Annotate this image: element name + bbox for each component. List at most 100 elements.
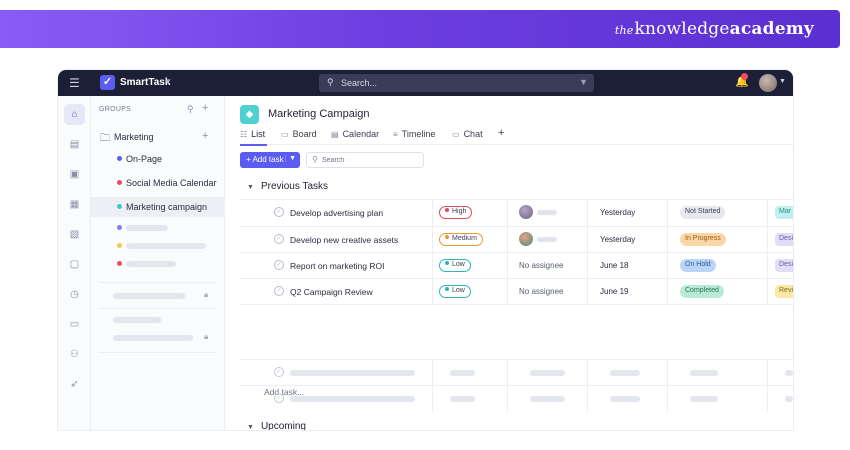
- global-search-placeholder: Search...: [341, 78, 378, 88]
- users-icon[interactable]: ⚇: [64, 344, 85, 365]
- search-icon: ⚲: [312, 155, 318, 164]
- search-icon[interactable]: ⚲: [187, 104, 194, 115]
- notification-badge: [741, 73, 748, 80]
- priority-dot-icon: [445, 287, 449, 291]
- table-row[interactable]: ✓ Develop new creative assets Medium Yester…: [240, 226, 793, 253]
- group-item-on-page[interactable]: On-Page: [91, 149, 225, 169]
- task-search[interactable]: ⚲: [306, 152, 424, 168]
- priority-badge[interactable]: High: [439, 206, 473, 219]
- placeholder-bar: [290, 396, 415, 402]
- task-name[interactable]: Report on marketing ROI: [290, 261, 384, 271]
- task-name[interactable]: Develop advertising plan: [290, 208, 383, 218]
- task-checkbox[interactable]: ✓: [274, 207, 284, 217]
- add-view-icon[interactable]: +: [498, 127, 504, 139]
- due-date[interactable]: June 18: [600, 261, 628, 270]
- section-previous-tasks[interactable]: ▼ Previous Tasks: [247, 181, 328, 192]
- global-search-input[interactable]: ⚲ Search... ▼: [319, 74, 594, 92]
- task-checkbox[interactable]: ✓: [274, 286, 284, 296]
- column-divider: [667, 279, 668, 305]
- app-name[interactable]: SmartTask: [120, 77, 170, 88]
- column-divider: [587, 200, 588, 226]
- avatar: [519, 232, 533, 246]
- dashboard-icon[interactable]: ▦: [64, 194, 85, 215]
- placeholder-bar: [690, 370, 718, 376]
- briefcase-icon[interactable]: ▣: [64, 164, 85, 185]
- add-task-button[interactable]: + Add task ▼: [240, 152, 300, 168]
- tag-badge[interactable]: Desi: [775, 259, 793, 272]
- assignee[interactable]: No assignee: [519, 261, 563, 270]
- column-divider: [667, 386, 668, 412]
- column-divider: [432, 227, 433, 253]
- list-icon: ☷: [240, 130, 248, 139]
- tab-board[interactable]: ▭ Board: [281, 129, 317, 139]
- add-group-icon[interactable]: +: [202, 102, 208, 114]
- rocket-icon[interactable]: ➶: [64, 374, 85, 395]
- placeholder-bar: [610, 370, 640, 376]
- placeholder-bar: [530, 396, 565, 402]
- status-badge[interactable]: On Hold: [680, 259, 716, 272]
- section-upcoming[interactable]: ▼ Upcoming: [247, 421, 306, 430]
- avatar-chevron-icon[interactable]: ▼: [779, 78, 786, 85]
- placeholder-bar: [290, 370, 415, 376]
- due-date[interactable]: Yesterday: [600, 208, 635, 217]
- task-checkbox[interactable]: ✓: [274, 234, 284, 244]
- task-name[interactable]: Develop new creative assets: [290, 235, 398, 245]
- due-date[interactable]: Yesterday: [600, 235, 635, 244]
- column-divider: [767, 253, 768, 279]
- status-badge[interactable]: Completed: [680, 285, 724, 298]
- column-divider: [432, 279, 433, 305]
- status-badge[interactable]: In Progress: [680, 233, 726, 246]
- tag-badge[interactable]: Mar: [775, 206, 793, 219]
- page: theknowledgeacademy ☰ ✓ SmartTask ▼ ⚲ Se…: [0, 0, 850, 450]
- tag-badge[interactable]: Revi: [775, 285, 793, 298]
- group-item-marketing-campaign[interactable]: Marketing campaign: [91, 197, 225, 217]
- divider: [99, 282, 217, 283]
- contacts-icon[interactable]: ▢: [64, 254, 85, 275]
- clock-icon[interactable]: ◷: [64, 284, 85, 305]
- table-row[interactable]: ✓ Report on marketing ROI Low No assignee Ju…: [240, 252, 793, 279]
- tag-badge[interactable]: Desi: [775, 233, 793, 246]
- column-divider: [432, 253, 433, 279]
- chat-icon[interactable]: ▭: [64, 314, 85, 335]
- chevron-down-icon[interactable]: ▼: [285, 155, 296, 162]
- add-list-icon[interactable]: +: [202, 130, 208, 142]
- tab-timeline[interactable]: ≡ Timeline: [393, 129, 435, 139]
- task-checkbox[interactable]: ✓: [274, 260, 284, 270]
- placeholder-bar: [126, 261, 176, 267]
- column-divider: [432, 386, 433, 412]
- priority-badge[interactable]: Medium: [439, 233, 483, 246]
- table-end-divider: [240, 304, 793, 305]
- board-icon: ▭: [281, 130, 289, 139]
- lock-icon: 🔒︎: [204, 290, 209, 299]
- clipboard-icon[interactable]: ▤: [64, 134, 85, 155]
- avatar[interactable]: [759, 74, 777, 92]
- column-divider: [432, 200, 433, 226]
- priority-badge[interactable]: Low: [439, 259, 471, 272]
- column-divider: [507, 279, 508, 305]
- column-divider: [432, 360, 433, 386]
- priority-badge[interactable]: Low: [439, 285, 471, 298]
- avatar: [519, 205, 533, 219]
- task-name[interactable]: Q2 Campaign Review: [290, 287, 373, 297]
- table-row[interactable]: ✓ Develop advertising plan High Yesterday No…: [240, 199, 793, 226]
- folder-marketing[interactable]: Marketing: [114, 132, 154, 142]
- assignee[interactable]: No assignee: [519, 287, 563, 296]
- placeholder-bar: [610, 396, 640, 402]
- status-badge[interactable]: Not Started: [680, 206, 726, 219]
- placeholder-dot: [117, 243, 122, 248]
- home-icon[interactable]: ⌂: [64, 104, 85, 125]
- tab-chat[interactable]: ▭ Chat: [452, 129, 483, 139]
- column-divider: [587, 386, 588, 412]
- tab-calendar[interactable]: ▤ Calendar: [331, 129, 379, 139]
- table-row[interactable]: ✓ Q2 Campaign Review Low No assignee June 19…: [240, 278, 793, 305]
- folder-icon: 🗀: [100, 133, 110, 144]
- task-search-input[interactable]: [322, 155, 417, 165]
- chevron-down-icon[interactable]: ▼: [164, 77, 172, 86]
- placeholder-dot: [117, 225, 122, 230]
- due-date[interactable]: June 19: [600, 287, 628, 296]
- menu-icon[interactable]: ☰: [69, 76, 80, 90]
- group-item-social-media-calendar[interactable]: Social Media Calendar: [91, 173, 225, 193]
- tab-list[interactable]: ☷ List: [240, 129, 265, 139]
- filter-icon[interactable]: ▼: [579, 77, 588, 87]
- calendar-check-icon[interactable]: ▧: [64, 224, 85, 245]
